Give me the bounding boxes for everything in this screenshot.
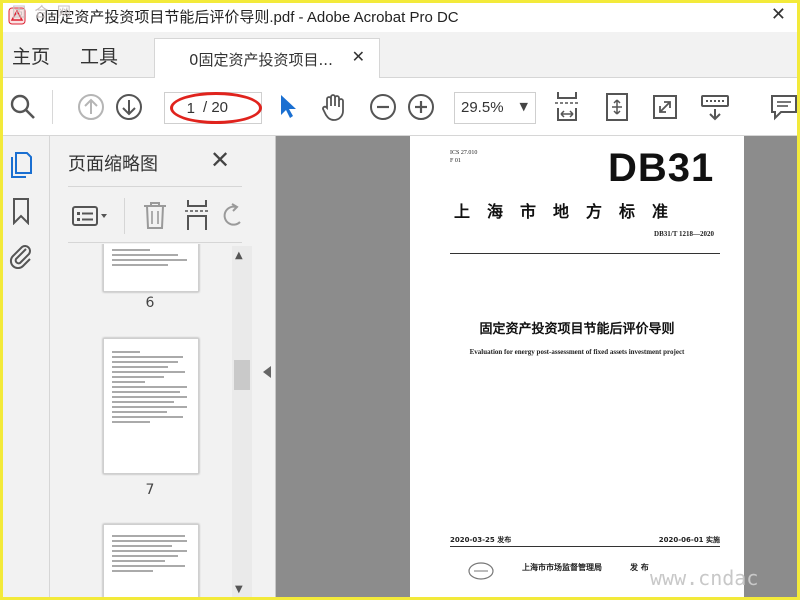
bookmark-icon [13,198,29,225]
search-icon [10,94,35,119]
watermark-bottom: www.cndac [650,566,759,590]
page-thumbnail[interactable] [103,244,199,292]
seal-icon [466,560,496,582]
rotate-icon [223,203,241,226]
page-issue-date: 2020-03-25 发布 [450,536,512,544]
trash-icon [144,202,166,229]
hand-icon [322,94,344,121]
pages-icon [11,152,32,178]
tab-close-button[interactable]: ✕ [352,47,365,66]
prev-page-button[interactable] [74,90,108,124]
keyboard-tool-button[interactable] [698,90,732,124]
panel-title: 页面缩略图 [68,154,158,175]
page-split-icon [185,200,209,230]
thumbnail-page-number: 7 [145,482,155,498]
toolbar: / 20 29.5% ▼ [0,78,800,136]
arrow-up-circle-icon [78,94,104,120]
page-total: / 20 [203,99,229,116]
zoom-in-button[interactable] [404,90,438,124]
page-subtitle: Evaluation for energy post-assessment of… [469,348,685,356]
window-title: 0固定资产投资项目节能后评价导则.pdf - Adobe Acrobat Pro… [36,8,459,26]
zoom-select[interactable]: 29.5% ▼ [454,92,536,124]
thumbnail-scrollbar[interactable]: ▲ ▼ [232,246,252,600]
zoom-value: 29.5% [461,99,504,116]
comment-button[interactable] [766,90,800,124]
title-bar: 0固定资产投资项目节能后评价导则.pdf - Adobe Acrobat Pro… [0,0,800,32]
thumbnail-options-button[interactable] [72,204,112,232]
search-button[interactable] [6,90,40,124]
thumbnail-panel: 页面缩略图 ✕ 6 7 ▲ ▼ [50,136,260,600]
page-ics: ICS 27.010 [450,150,478,156]
zoom-out-button[interactable] [366,90,400,124]
tab-bar: 主页 工具 0固定资产投资项目... ✕ [0,32,800,79]
toolbar-separator [124,198,125,234]
page-rule [450,253,720,254]
cursor-arrow-icon [281,95,296,118]
select-tool-button[interactable] [270,90,304,124]
tab-home[interactable]: 主页 [12,42,50,69]
page-publish: 发 布 [630,563,649,572]
page-logo: DB31 [608,146,715,190]
full-screen-button[interactable] [648,90,682,124]
comment-icon [771,95,797,121]
arrow-down-circle-icon [116,94,142,120]
scroll-down-icon[interactable]: ▼ [235,584,243,595]
hand-tool-button[interactable] [316,90,350,124]
keyboard-down-icon [701,95,729,121]
page-issuer: 上海市市场监督管理局 [522,563,602,572]
expand-icon [653,95,677,119]
zoom-out-icon [370,94,396,120]
page-org: 上海市地方标准 [454,202,686,221]
page-move-icon [606,93,628,121]
page-title: 固定资产投资项目节能后评价导则 [479,322,675,337]
scroll-up-icon[interactable]: ▲ [235,250,243,261]
window-close-button[interactable]: ✕ [771,4,786,25]
left-rail [0,136,50,600]
page-effective-date: 2020-06-01 实施 [658,536,720,544]
panel-divider [68,186,242,187]
insert-page-button[interactable] [184,198,210,236]
chevron-left-icon [263,366,271,378]
page-number-input[interactable] [169,97,195,119]
page-thumbnail[interactable] [103,524,199,600]
thumbnail-list[interactable]: 6 7 [50,244,234,600]
fit-page-button[interactable] [550,90,584,124]
paperclip-icon [9,245,31,269]
page-rule [450,546,720,547]
panel-close-button[interactable]: ✕ [210,146,230,174]
tab-tools[interactable]: 工具 [80,42,118,69]
list-options-icon [72,206,107,226]
zoom-in-icon [408,94,434,120]
bookmarks-button[interactable] [8,196,34,226]
scroll-mode-button[interactable] [600,90,634,124]
toolbar-separator [52,90,53,124]
document-view[interactable]: ICS 27.010 F 01 DB31 上海市地方标准 DB31/T 1218… [276,136,800,600]
next-page-button[interactable] [112,90,146,124]
chevron-down-icon: ▼ [519,100,528,113]
panel-collapse-handle[interactable] [260,136,276,600]
scrollbar-thumb[interactable] [234,360,250,390]
page-code: DB31/T 1218—2020 [654,230,714,238]
page-thumbnails-button[interactable] [8,150,34,180]
rotate-page-button[interactable] [222,202,244,232]
thumbnail-page-number: 6 [145,295,155,311]
tab-document[interactable]: 0固定资产投资项目... ✕ [154,38,380,79]
watermark-top: 固 合 网 [12,5,73,21]
delete-page-button[interactable] [142,200,168,234]
tab-document-label: 0固定资产投资项目... [189,50,333,69]
fit-width-icon [555,92,579,121]
panel-tools [68,196,244,238]
attachments-button[interactable] [8,240,34,270]
pdf-page: ICS 27.010 F 01 DB31 上海市地方标准 DB31/T 1218… [410,136,744,600]
page-ccs: F 01 [450,158,461,164]
panel-divider [68,242,242,243]
page-number-box: / 20 [164,92,262,124]
page-thumbnail[interactable] [103,338,199,474]
